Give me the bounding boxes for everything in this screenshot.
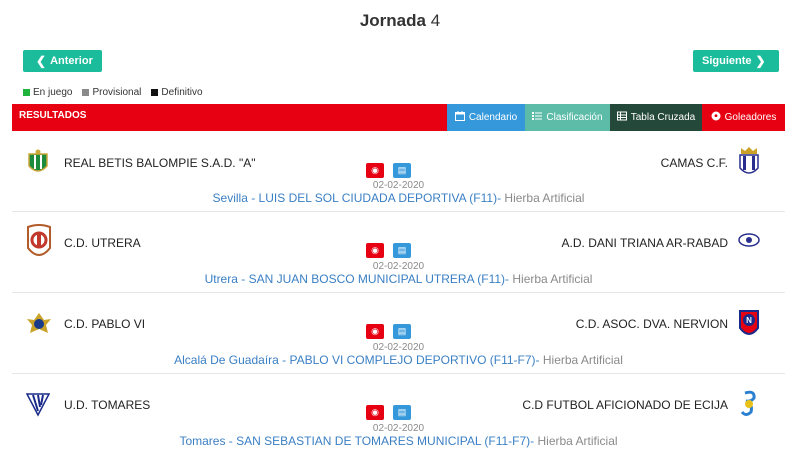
tab-label: Tabla Cruzada bbox=[630, 112, 696, 123]
tab-label: Clasificación bbox=[546, 112, 603, 123]
triana-crest-icon bbox=[737, 233, 761, 263]
results-heading: RESULTADOS bbox=[19, 110, 87, 121]
stats-button[interactable]: ▤ bbox=[393, 163, 411, 178]
previous-button[interactable]: ❮ Anterior bbox=[23, 50, 102, 72]
next-button[interactable]: Siguiente ❯ bbox=[693, 50, 779, 72]
bar-chart-icon: ▤ bbox=[397, 245, 407, 255]
bar-chart-icon: ▤ bbox=[397, 407, 407, 417]
venue-name: Utrera - SAN JUAN BOSCO MUNICIPAL UTRERA… bbox=[204, 272, 510, 286]
match-date: 02-02-2020 bbox=[372, 261, 425, 272]
legend-swatch bbox=[23, 89, 30, 96]
match-actions: ◉ ▤ bbox=[366, 163, 420, 178]
tomares-crest-icon bbox=[25, 391, 51, 421]
match-venue[interactable]: Tomares - SAN SEBASTIAN DE TOMARES MUNIC… bbox=[12, 434, 785, 448]
camas-crest-icon bbox=[737, 146, 761, 176]
match-row: C.D. UTRERA ◉ ▤ A.D. DANI TRIANA AR-RABA… bbox=[12, 212, 785, 293]
venue-name: Tomares - SAN SEBASTIAN DE TOMARES MUNIC… bbox=[179, 434, 535, 448]
legend-item-definitivo: Definitivo bbox=[151, 87, 203, 98]
match-venue[interactable]: Sevilla - LUIS DEL SOL CIUDADA DEPORTIVA… bbox=[12, 191, 785, 205]
tab-tabla-cruzada[interactable]: Tabla Cruzada bbox=[610, 104, 702, 131]
pablo-vi-crest-icon bbox=[26, 311, 51, 341]
tab-clasificacion[interactable]: Clasificación bbox=[525, 104, 610, 131]
match-row: U.D. TOMARES ◉ ▤ C.D FUTBOL AFICIONADO D… bbox=[12, 374, 785, 455]
view-match-button[interactable]: ◉ bbox=[366, 324, 384, 339]
soccer-ball-icon bbox=[711, 111, 721, 124]
match-row: C.D. PABLO VI ◉ ▤ C.D. ASOC. DVA. NERVIO… bbox=[12, 293, 785, 374]
stats-button[interactable]: ▤ bbox=[393, 405, 411, 420]
page-title-label: Jornada bbox=[359, 11, 426, 30]
page-title: Jornada 4 bbox=[0, 11, 800, 31]
tab-label: Calendario bbox=[468, 112, 518, 123]
match-date: 02-02-2020 bbox=[372, 423, 425, 434]
home-team[interactable]: REAL BETIS BALOMPIE S.A.D. "A" bbox=[64, 156, 255, 170]
match-date: 02-02-2020 bbox=[372, 180, 425, 191]
status-legend: En juego Provisional Definitivo bbox=[23, 87, 213, 98]
utrera-crest-icon bbox=[26, 224, 51, 256]
bar-chart-icon: ▤ bbox=[397, 165, 407, 175]
eye-icon: ◉ bbox=[371, 245, 379, 255]
list-icon bbox=[532, 111, 543, 124]
results-bar: RESULTADOS Calendario Clasificación Tabl… bbox=[12, 104, 785, 131]
home-team[interactable]: U.D. TOMARES bbox=[64, 398, 150, 412]
legend-swatch bbox=[82, 89, 90, 96]
legend-label: Definitivo bbox=[161, 87, 203, 98]
next-button-label: Siguiente bbox=[702, 55, 752, 67]
bar-chart-icon: ▤ bbox=[397, 326, 407, 336]
venue-surface: Hierba Artificial bbox=[539, 353, 623, 367]
match-date: 02-02-2020 bbox=[372, 342, 425, 353]
legend-item-en-juego: En juego bbox=[23, 87, 72, 98]
nervion-crest-icon: N bbox=[737, 308, 761, 338]
calendar-icon bbox=[454, 111, 465, 124]
tab-label: Goleadores bbox=[724, 112, 777, 123]
legend-swatch bbox=[151, 89, 159, 96]
match-venue[interactable]: Utrera - SAN JUAN BOSCO MUNICIPAL UTRERA… bbox=[12, 272, 785, 286]
page-title-number: 4 bbox=[430, 11, 441, 30]
venue-surface: Hierba Artificial bbox=[501, 191, 585, 205]
view-match-button[interactable]: ◉ bbox=[366, 405, 384, 420]
legend-label: En juego bbox=[33, 87, 73, 98]
eye-icon: ◉ bbox=[371, 165, 379, 175]
home-team[interactable]: C.D. UTRERA bbox=[64, 236, 141, 250]
table-icon bbox=[616, 111, 627, 124]
venue-name: Alcalá De Guadaíra - PABLO VI COMPLEJO D… bbox=[174, 353, 540, 367]
match-actions: ◉ ▤ bbox=[366, 405, 420, 420]
tab-goleadores[interactable]: Goleadores bbox=[702, 104, 785, 131]
venue-surface: Hierba Artificial bbox=[509, 272, 593, 286]
venue-name: Sevilla - LUIS DEL SOL CIUDADA DEPORTIVA… bbox=[212, 191, 502, 205]
match-venue[interactable]: Alcalá De Guadaíra - PABLO VI COMPLEJO D… bbox=[12, 353, 785, 367]
away-team[interactable]: A.D. DANI TRIANA AR-RABAD bbox=[562, 236, 728, 250]
away-team[interactable]: CAMAS C.F. bbox=[661, 156, 728, 170]
betis-crest-icon bbox=[26, 148, 50, 178]
venue-surface: Hierba Artificial bbox=[534, 434, 618, 448]
view-match-button[interactable]: ◉ bbox=[366, 243, 384, 258]
chevron-left-icon: ❮ bbox=[36, 54, 47, 68]
match-actions: ◉ ▤ bbox=[366, 324, 420, 339]
eye-icon: ◉ bbox=[371, 407, 379, 417]
away-team[interactable]: C.D. ASOC. DVA. NERVION bbox=[576, 317, 728, 331]
stats-button[interactable]: ▤ bbox=[393, 324, 411, 339]
match-actions: ◉ ▤ bbox=[366, 243, 420, 258]
svg-text:N: N bbox=[746, 316, 752, 325]
away-team[interactable]: C.D FUTBOL AFICIONADO DE ECIJA bbox=[522, 398, 728, 412]
view-match-button[interactable]: ◉ bbox=[366, 163, 384, 178]
match-row: REAL BETIS BALOMPIE S.A.D. "A" ◉ ▤ CAMAS… bbox=[12, 131, 785, 212]
ecija-crest-icon bbox=[737, 390, 761, 420]
previous-button-label: Anterior bbox=[50, 55, 93, 67]
chevron-right-icon: ❯ bbox=[755, 54, 766, 68]
tab-calendario[interactable]: Calendario bbox=[447, 104, 525, 131]
legend-item-provisional: Provisional bbox=[82, 87, 141, 98]
stats-button[interactable]: ▤ bbox=[393, 243, 411, 258]
eye-icon: ◉ bbox=[371, 326, 379, 336]
home-team[interactable]: C.D. PABLO VI bbox=[64, 317, 145, 331]
legend-label: Provisional bbox=[92, 87, 142, 98]
